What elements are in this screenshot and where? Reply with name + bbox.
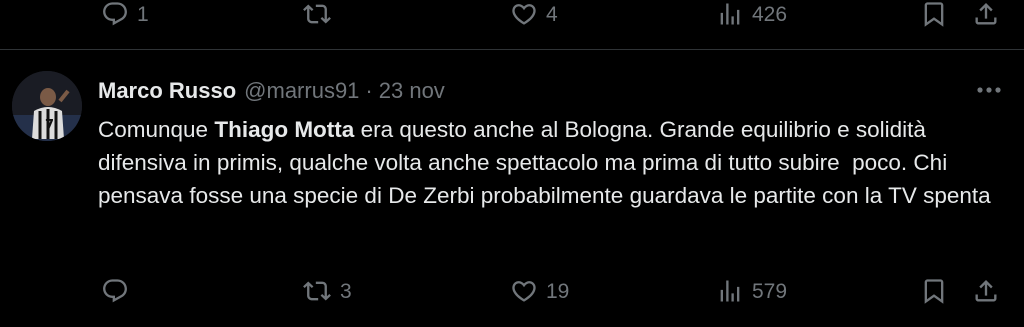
retweet-icon (302, 0, 332, 28)
tweet-text-mention-bold: Thiago Motta (214, 117, 355, 142)
prev-views-button[interactable]: 426 (716, 0, 787, 28)
tweet-text-part: Comunque (98, 117, 215, 142)
share-icon (972, 277, 1000, 305)
bookmark-icon (920, 0, 948, 28)
like-button[interactable]: 19 (510, 277, 569, 305)
prev-reply-button[interactable]: 1 (101, 0, 149, 28)
header-separator: · (365, 78, 373, 103)
retweet-button[interactable]: 3 (302, 277, 352, 305)
avatar[interactable]: 7 (12, 71, 82, 141)
tweet-text: Comunque Thiago Motta era questo anche a… (98, 113, 1008, 212)
bookmark-icon (920, 277, 948, 305)
reply-icon (101, 0, 129, 28)
more-icon (974, 80, 1004, 100)
views-count: 579 (752, 279, 788, 303)
avatar-image: 7 (12, 71, 82, 141)
user-handle[interactable]: @marrus91 (244, 78, 359, 104)
heart-icon (510, 277, 538, 305)
views-button[interactable]: 579 (716, 277, 787, 305)
tweet-date[interactable]: 23 nov (379, 78, 445, 104)
more-options-button[interactable] (974, 80, 1004, 100)
prev-retweet-button[interactable] (302, 0, 340, 28)
tweet-divider (0, 49, 1024, 50)
share-icon (972, 0, 1000, 28)
reply-button[interactable] (101, 277, 137, 305)
views-icon (716, 0, 744, 28)
reply-icon (101, 277, 129, 305)
prev-like-count: 4 (546, 2, 558, 26)
prev-reply-count: 1 (137, 2, 149, 26)
prev-tweet-action-bar: 1 4 426 (0, 0, 1024, 36)
tweet-header: Marco Russo @marrus91 · 23 nov (98, 76, 445, 106)
views-icon (716, 277, 744, 305)
heart-icon (510, 0, 538, 28)
prev-share-button[interactable] (972, 0, 1000, 28)
share-button[interactable] (972, 277, 1000, 305)
like-count: 19 (546, 279, 570, 303)
prev-views-count: 426 (752, 2, 788, 26)
bookmark-button[interactable] (920, 277, 948, 305)
display-name[interactable]: Marco Russo (98, 78, 236, 104)
prev-like-button[interactable]: 4 (510, 0, 558, 28)
retweet-icon (302, 277, 332, 305)
retweet-count: 3 (340, 279, 352, 303)
prev-bookmark-button[interactable] (920, 0, 948, 28)
svg-text:7: 7 (45, 118, 54, 133)
